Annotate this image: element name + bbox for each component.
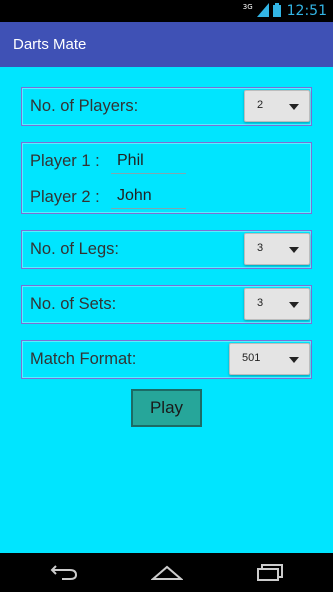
dropdown-arrow-icon: [289, 302, 299, 308]
match-format-row: Match Format: 501: [21, 340, 312, 379]
legs-row: No. of Legs: 3: [21, 230, 312, 269]
sets-spinner[interactable]: 3: [244, 288, 310, 320]
back-icon[interactable]: [50, 563, 78, 585]
players-label: No. of Players:: [30, 97, 139, 115]
match-format-spinner[interactable]: 501: [229, 343, 310, 375]
players-spinner[interactable]: 2: [244, 90, 310, 122]
dropdown-arrow-icon: [289, 247, 299, 253]
player2-label: Player 2 :: [30, 188, 100, 206]
legs-label: No. of Legs:: [30, 240, 119, 258]
app-title: Darts Mate: [13, 36, 87, 53]
sets-value: 3: [257, 297, 264, 309]
player1-field[interactable]: Phil: [111, 150, 186, 174]
players-row: No. of Players: 2: [21, 87, 312, 126]
dropdown-arrow-icon: [289, 104, 299, 110]
network-type: 3G: [242, 3, 253, 11]
dropdown-arrow-icon: [289, 357, 299, 363]
navigation-bar: [0, 553, 333, 592]
play-button[interactable]: Play: [131, 389, 202, 427]
player-names-box: Player 1 : Phil Player 2 : John: [21, 142, 312, 214]
signal-icon: [256, 2, 269, 21]
recents-icon[interactable]: [256, 563, 284, 585]
match-format-value: 501: [242, 352, 261, 364]
legs-value: 3: [257, 242, 264, 254]
sets-label: No. of Sets:: [30, 295, 117, 313]
action-bar: Darts Mate: [0, 22, 333, 67]
status-bar: 3G 12:51: [0, 0, 333, 22]
player2-field[interactable]: John: [111, 185, 186, 209]
battery-icon: [272, 2, 281, 21]
clock: 12:51: [286, 3, 327, 19]
main-content: No. of Players: 2 Player 1 : Phil Player…: [0, 67, 333, 553]
match-format-label: Match Format:: [30, 350, 137, 368]
players-value: 2: [257, 99, 264, 111]
player1-label: Player 1 :: [30, 152, 100, 170]
legs-spinner[interactable]: 3: [244, 233, 310, 265]
sets-row: No. of Sets: 3: [21, 285, 312, 324]
home-icon[interactable]: [150, 563, 184, 585]
